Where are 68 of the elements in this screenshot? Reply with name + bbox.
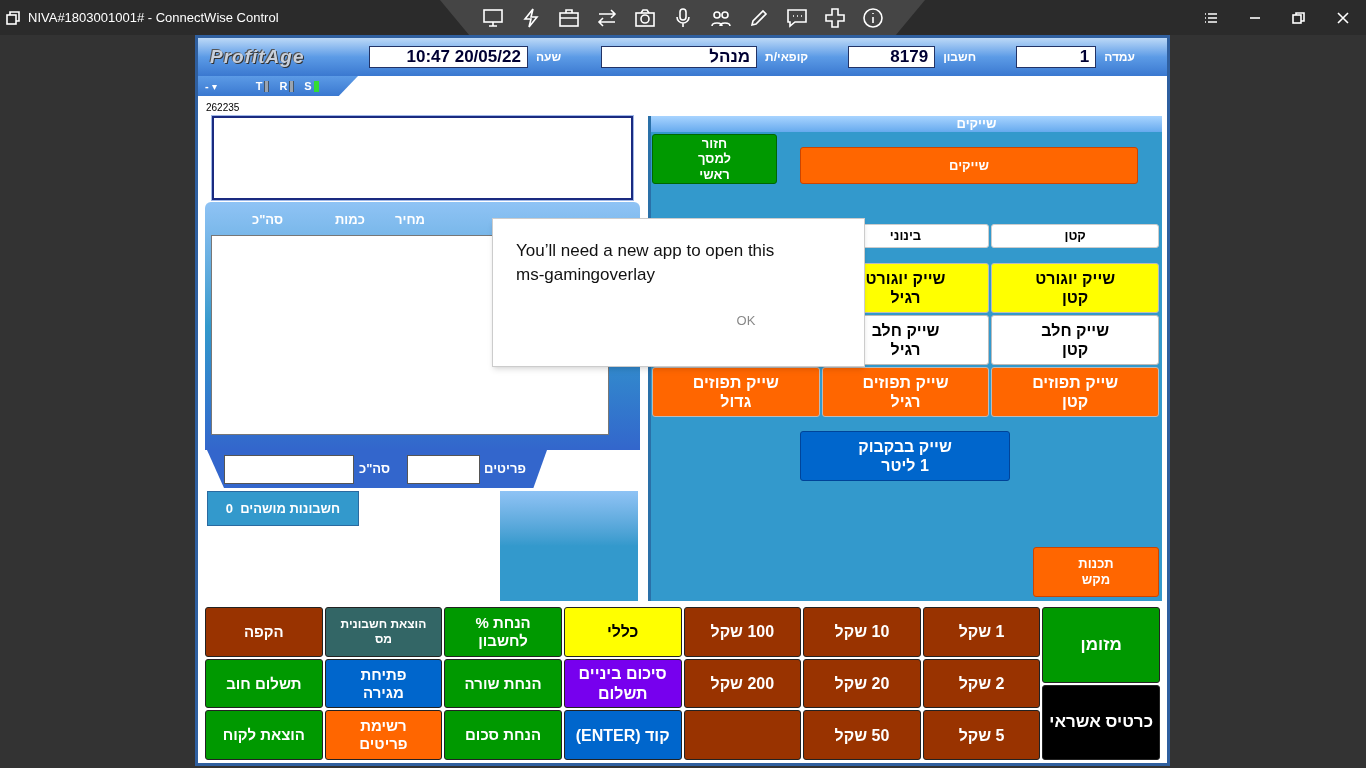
indicator-label: T [255,78,263,94]
briefcase-icon[interactable] [557,6,580,29]
field-label: שעה [535,49,562,66]
monitor-icon[interactable] [481,6,504,29]
keypad-button[interactable]: הנחת סכום [444,710,562,760]
keypad-button[interactable]: 100 שקל [683,607,802,657]
keypad-button[interactable]: 10 שקל [803,607,921,657]
column-header: סה"כ [252,211,284,229]
plus-icon[interactable] [823,6,846,29]
back-button[interactable]: חזור למסך ראשי [652,134,777,184]
dialog-message: You’ll need a new app to open this ms-gamingoverlay [516,240,776,286]
program-key-button[interactable]: תכנות מקש [1033,547,1159,597]
keypad-button[interactable]: 1 שקל [922,607,1041,657]
category-button[interactable]: שייקים [800,147,1138,184]
column-header: מחיר [395,211,425,229]
field-label: קופאי/ת [765,49,809,66]
field-label: עמדה [1104,49,1135,66]
window-title: NIVA#1803001001# - ConnectWise Control [28,8,279,27]
keypad-button[interactable]: סיכום ביניים תשלום [563,658,682,709]
product-button[interactable]: שייק יוגורט קטן [991,263,1159,313]
keypad-button[interactable]: פתיחת מגירה [324,658,443,709]
logo: ProfitAge [210,44,305,69]
swap-arrows-icon[interactable] [595,6,618,29]
indicator-label: S [304,78,312,94]
keypad-button[interactable]: 50 שקל [803,710,921,760]
keypad-button[interactable]: הוצאת לקוח [205,710,323,760]
window-icon [6,10,20,25]
product-button[interactable]: שייק תפוזים קטן [991,367,1159,417]
keypad-button[interactable]: 2 שקל [922,658,1041,709]
caret-icon[interactable]: ▾ [211,78,217,94]
close-icon[interactable] [1336,10,1350,25]
column-header: כמות [335,211,365,229]
keypad-button[interactable]: קוד (ENTER) [563,710,682,760]
keypad-button[interactable]: הנחת שורה [444,658,562,709]
keypad-button[interactable]: 20 שקל [803,658,921,709]
restore-icon[interactable] [1292,11,1306,24]
keypad-button[interactable]: 5 שקל [922,710,1041,760]
keypad-button[interactable]: 200 שקל [683,658,802,709]
keypad-button[interactable]: מזומן [1042,607,1160,683]
header-field: 1 [1016,46,1097,68]
minus-glyph[interactable]: - [205,77,209,95]
indicator-label: R [279,78,288,94]
chat-icon[interactable] [785,6,808,29]
keypad-button[interactable]: הקפה [205,607,323,657]
total-label: סה"כ [359,460,391,479]
receipt-number: 262235 [205,101,241,115]
keypad-button[interactable]: רשימת פריטים [324,710,443,760]
product-button[interactable]: שייק חלב קטן [991,315,1159,365]
keypad-button[interactable]: הוצאת חשבונית מס [324,607,443,657]
list-icon[interactable] [1204,11,1218,24]
held-bills-button[interactable]: 0 חשבונות מושהים [207,491,359,526]
bottle-button[interactable]: שייק בבקבוק 1 ליטר [800,431,1010,481]
camera-icon[interactable] [633,6,656,29]
items-label: פריטים [484,460,526,479]
panel-title: שייקים [956,117,997,131]
product-button[interactable]: שייק תפוזים רגיל [821,367,990,417]
size-header: קטן [991,224,1159,248]
ok-button[interactable]: OK [736,311,756,331]
keypad-button[interactable]: כללי [563,607,682,657]
keypad-button[interactable]: תשלום חוב [205,658,323,709]
header-field: 8179 [848,46,936,68]
keypad-button[interactable]: כרטיס אשראי [1042,684,1160,760]
header-field: מנהל [601,46,758,68]
info-icon[interactable] [861,6,884,29]
keypad-button[interactable]: הנחת % לחשבון [444,607,562,657]
field-label: חשבון [943,49,977,66]
product-button[interactable]: שייק תפוזים גדול [652,367,820,417]
header-field: 10:47 20/05/22 [368,46,528,68]
